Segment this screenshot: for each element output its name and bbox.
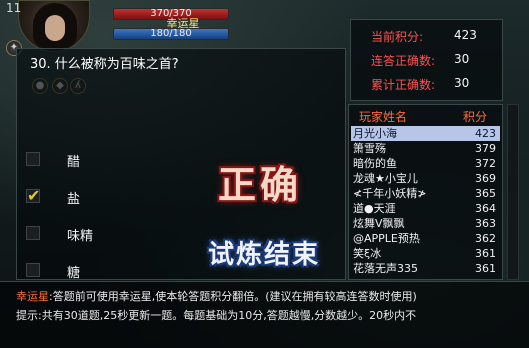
ranking-player-score: 423 <box>475 127 496 140</box>
ranking-list: 玩家姓名 积分 月光小海 423 箫雪殇 379 暗伤的鱼 372 龙魂★小宝儿 369… <box>348 104 503 280</box>
answer-checkbox-2[interactable]: ✔ <box>26 186 41 205</box>
ranking-player-name: 炫舞V飘飘 <box>353 217 405 230</box>
ranking-scrollbar[interactable] <box>507 104 519 280</box>
total-row: 累计正确数: 30 <box>351 76 504 96</box>
ranking-row[interactable]: 笑ξ冰 361 <box>351 246 500 261</box>
streak-label: 连答正确数: <box>371 54 436 68</box>
avatar-face <box>45 15 65 41</box>
streak-value: 30 <box>454 52 470 66</box>
mp-text: 180/180 <box>150 28 192 39</box>
ranking-player-score: 361 <box>475 247 496 260</box>
end-trial-button[interactable]: 试炼结束 <box>197 232 331 278</box>
ranking-player-name: @APPLE预热 <box>353 232 420 245</box>
answer-option-3[interactable]: 味精 <box>24 224 144 244</box>
ranking-row[interactable]: 箫雪殇 379 <box>351 141 500 156</box>
ranking-player-score: 364 <box>475 202 496 215</box>
answer-label-4: 糖 <box>67 266 81 281</box>
ranking-row[interactable]: 道●天涯 364 <box>351 201 500 216</box>
checkmark-icon: ✔ <box>27 186 41 205</box>
score-label: 当前积分: <box>371 30 424 44</box>
ranking-col-score: 积分 <box>463 110 488 124</box>
answer-option-1[interactable]: 醋 <box>24 150 144 170</box>
ranking-player-name: 笑ξ冰 <box>353 247 382 260</box>
ranking-row[interactable]: 炫舞V飘飘 363 <box>351 216 500 231</box>
ranking-player-name: 月光小海 <box>353 127 397 140</box>
ranking-player-name: 暗伤的鱼 <box>353 157 397 170</box>
ranking-player-score: 372 <box>475 157 496 170</box>
ranking-player-score: 362 <box>475 232 496 245</box>
stats-box: 当前积分: 423 连答正确数: 30 累计正确数: 30 <box>350 19 503 101</box>
ranking-col-name: 玩家姓名 <box>359 110 408 124</box>
ranking-player-name: 箫雪殇 <box>353 142 386 155</box>
total-value: 30 <box>454 76 470 90</box>
ranking-row[interactable]: 花落无声335 361 <box>351 261 500 276</box>
answer-checkbox-1[interactable] <box>26 152 40 166</box>
answer-option-4[interactable]: 糖 <box>24 261 144 281</box>
ranking-row[interactable]: @APPLE预热 362 <box>351 231 500 246</box>
score-row: 当前积分: 423 <box>351 28 504 48</box>
answer-checkbox-3[interactable] <box>26 226 40 240</box>
score-value: 423 <box>454 28 477 42</box>
correct-result-label: 正确 <box>217 162 302 207</box>
ranking-player-name: 龙魂★小宝儿 <box>353 172 418 185</box>
player-level: 11 <box>6 1 22 15</box>
ranking-header: 玩家姓名 积分 <box>349 105 504 125</box>
ranking-row[interactable]: 龙魂★小宝儿 369 <box>351 171 500 186</box>
answer-label-1: 醋 <box>67 155 81 170</box>
ranking-player-name: ≮千年小妖精≯ <box>353 187 427 200</box>
ranking-player-score: 365 <box>475 187 496 200</box>
ranking-player-name: 花落无声335 <box>353 262 418 275</box>
ranking-rows: 月光小海 423 箫雪殇 379 暗伤的鱼 372 龙魂★小宝儿 369 ≮千年小妖精≯… <box>351 126 500 276</box>
lucky-star-text: :答题前可使用幸运星,使本轮答题积分翻倍。(建议在拥有较高连答数时使用) <box>49 290 417 303</box>
streak-row: 连答正确数: 30 <box>351 52 504 72</box>
answer-label-3: 味精 <box>67 229 94 244</box>
answer-checkbox-4[interactable] <box>26 263 40 277</box>
ranking-player-score: 369 <box>475 172 496 185</box>
ranking-row[interactable]: ≮千年小妖精≯ 365 <box>351 186 500 201</box>
ranking-player-score: 363 <box>475 217 496 230</box>
ranking-row[interactable]: 月光小海 423 <box>351 126 500 141</box>
question-text: 30. 什么被称为百味之首? <box>30 57 179 72</box>
ranking-player-score: 361 <box>475 262 496 275</box>
ranking-player-score: 379 <box>475 142 496 155</box>
ranking-player-name: 道●天涯 <box>353 202 396 215</box>
ranking-row[interactable]: 暗伤的鱼 372 <box>351 156 500 171</box>
mp-bar: 180/180 <box>113 28 229 40</box>
answer-option-2[interactable]: ✔ 盐 <box>24 186 144 207</box>
answer-label-2: 盐 <box>67 192 81 207</box>
lucky-star-name: 幸运星 <box>16 290 49 303</box>
total-label: 累计正确数: <box>371 78 436 92</box>
rules-hint: 提示:共有30道题,25秒更新一题。每题基础为10分,答题越慢,分数越少。20秒… <box>16 309 417 322</box>
lucky-star-hint: 幸运星:答题前可使用幸运星,使本轮答题积分翻倍。(建议在拥有较高连答数时使用) <box>16 288 417 304</box>
